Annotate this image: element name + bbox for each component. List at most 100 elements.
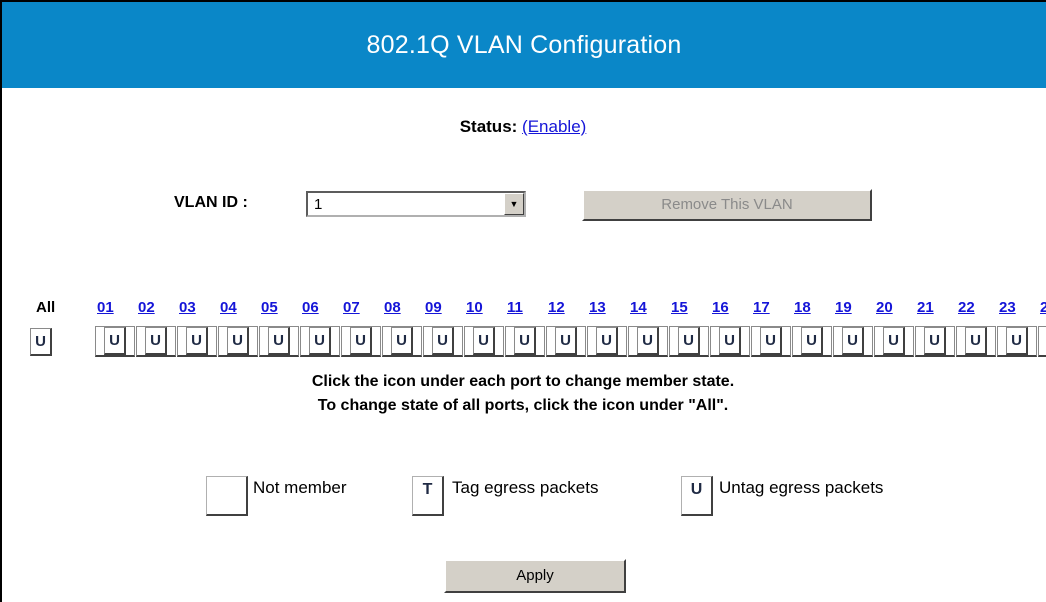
port-number-link[interactable]: 02 [136, 299, 155, 326]
port-state-cell: U [587, 326, 627, 357]
port-number-link[interactable]: 18 [792, 299, 811, 326]
port-number-link[interactable]: 10 [464, 299, 483, 326]
port-state-icon[interactable]: U [719, 327, 741, 355]
port-column: 11 U [505, 299, 546, 357]
port-state-cell: U [997, 326, 1037, 357]
port-number-link[interactable]: 20 [874, 299, 893, 326]
port-column: 06 U [300, 299, 341, 357]
all-ports-state-icon[interactable]: U [30, 328, 52, 356]
port-state-icon[interactable]: U [227, 327, 249, 355]
port-column: 07 U [341, 299, 382, 357]
port-state-icon[interactable]: U [842, 327, 864, 355]
port-number-link[interactable]: 08 [382, 299, 401, 326]
port-state-icon[interactable]: U [473, 327, 495, 355]
port-column: 10 U [464, 299, 505, 357]
port-state-icon[interactable]: U [637, 327, 659, 355]
port-state-icon[interactable]: U [350, 327, 372, 355]
all-ports-cell: U [30, 328, 52, 358]
port-state-cell: U [956, 326, 996, 357]
port-state-cell: U [833, 326, 873, 357]
port-number-link[interactable]: 12 [546, 299, 565, 326]
port-column: 22 U [956, 299, 997, 357]
port-state-icon[interactable]: U [555, 327, 577, 355]
port-number-link[interactable]: 14 [628, 299, 647, 326]
port-number-link[interactable]: 09 [423, 299, 442, 326]
port-column: 17 U [751, 299, 792, 357]
port-number-link[interactable]: 13 [587, 299, 606, 326]
port-column: 18 U [792, 299, 833, 357]
port-state-cell: U [669, 326, 709, 357]
port-state-icon[interactable]: U [104, 327, 126, 355]
port-number-link[interactable]: 17 [751, 299, 770, 326]
port-state-icon[interactable]: U [145, 327, 167, 355]
chevron-down-icon[interactable]: ▼ [504, 193, 524, 215]
port-state-icon[interactable]: U [965, 327, 987, 355]
port-column: 15 U [669, 299, 710, 357]
legend-tag-icon: T [412, 476, 444, 516]
port-state-cell: U [546, 326, 586, 357]
port-state-cell: U [710, 326, 750, 357]
vlan-id-value: 1 [314, 195, 323, 213]
port-state-icon[interactable]: U [883, 327, 905, 355]
port-column: 24U [1038, 299, 1046, 357]
port-state-cell: U [177, 326, 217, 357]
status-enable-link[interactable]: (Enable) [522, 117, 586, 136]
port-state-icon[interactable]: U [391, 327, 413, 355]
port-state-icon[interactable]: U [924, 327, 946, 355]
port-number-link[interactable]: 22 [956, 299, 975, 326]
port-number-link[interactable]: 21 [915, 299, 934, 326]
port-number-link[interactable]: 16 [710, 299, 729, 326]
apply-button[interactable]: Apply [444, 559, 626, 593]
port-state-icon[interactable]: U [1006, 327, 1028, 355]
port-column: 05 U [259, 299, 300, 357]
port-number-link[interactable]: 11 [505, 299, 523, 326]
page-title: 802.1Q VLAN Configuration [366, 30, 682, 59]
port-column: 12 U [546, 299, 587, 357]
port-number-link[interactable]: 15 [669, 299, 688, 326]
remove-vlan-button[interactable]: Remove This VLAN [582, 189, 872, 221]
legend-not-member-label: Not member [253, 478, 347, 497]
port-state-cell: U [341, 326, 381, 357]
port-state-icon[interactable]: U [801, 327, 823, 355]
port-state-icon[interactable]: U [309, 327, 331, 355]
port-state-cell: U [915, 326, 955, 357]
port-number-link[interactable]: 24 [1038, 299, 1046, 326]
port-state-cell: U [464, 326, 504, 357]
port-state-icon[interactable]: U [760, 327, 782, 355]
port-state-cell: U [136, 326, 176, 357]
port-state-icon[interactable]: U [678, 327, 700, 355]
vlan-id-select[interactable]: 1 ▼ [306, 191, 526, 217]
port-column: 09 U [423, 299, 464, 357]
port-state-cell: U [218, 326, 258, 357]
port-number-link[interactable]: 06 [300, 299, 319, 326]
port-number-link[interactable]: 05 [259, 299, 278, 326]
legend-untag-icon: U [681, 476, 713, 516]
port-column: 03 U [177, 299, 218, 357]
legend-not-member-icon [206, 476, 248, 516]
port-column: 16 U [710, 299, 751, 357]
port-row: 01 U 02 U 03 U 04 U 05 U 06 U 07 U 08 U 09 U 10 U 11 U 12 U 13 U 1… [95, 299, 1046, 357]
port-number-link[interactable]: 03 [177, 299, 196, 326]
status-row: Status: (Enable) [0, 117, 1046, 137]
port-number-link[interactable]: 19 [833, 299, 852, 326]
port-column: 19 U [833, 299, 874, 357]
port-number-link[interactable]: 01 [95, 299, 114, 326]
port-state-icon[interactable]: U [268, 327, 290, 355]
port-number-link[interactable]: 23 [997, 299, 1016, 326]
port-state-icon[interactable]: U [514, 327, 536, 355]
port-state-cell: U [259, 326, 299, 357]
port-state-cell: U [423, 326, 463, 357]
page-header: 802.1Q VLAN Configuration [2, 0, 1046, 88]
port-state-icon[interactable]: U [432, 327, 454, 355]
port-number-link[interactable]: 07 [341, 299, 360, 326]
port-column: 14 U [628, 299, 669, 357]
all-ports-label: All [36, 299, 56, 316]
port-state-icon[interactable]: U [596, 327, 618, 355]
port-state-cell: U [751, 326, 791, 357]
port-state-cell: U [95, 326, 135, 357]
port-number-link[interactable]: 04 [218, 299, 237, 326]
port-column: 13 U [587, 299, 628, 357]
port-state-cell: U [628, 326, 668, 357]
port-column: 02 U [136, 299, 177, 357]
port-state-icon[interactable]: U [186, 327, 208, 355]
